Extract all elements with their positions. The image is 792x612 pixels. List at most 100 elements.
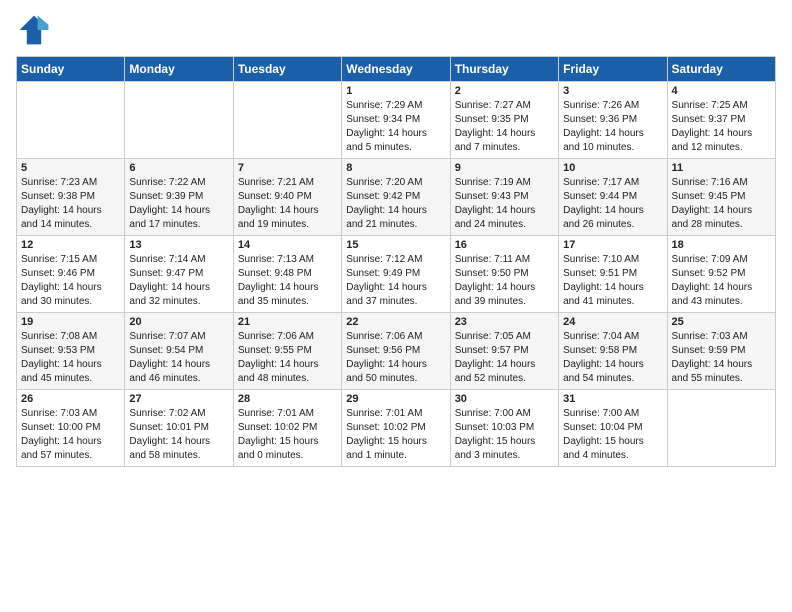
day-info: Sunrise: 7:06 AMSunset: 9:56 PMDaylight:… [346, 330, 445, 386]
day-cell: 6 Sunrise: 7:22 AMSunset: 9:39 PMDaylight… [125, 159, 233, 236]
day-number: 26 [21, 393, 120, 405]
day-info: Sunrise: 7:22 AMSunset: 9:39 PMDaylight:… [129, 176, 228, 232]
day-number: 3 [563, 85, 662, 97]
day-cell: 13 Sunrise: 7:14 AMSunset: 9:47 PMDayligh… [125, 236, 233, 313]
day-number: 25 [672, 316, 771, 328]
day-number: 10 [563, 162, 662, 174]
weekday-tuesday: Tuesday [233, 57, 341, 82]
weekday-saturday: Saturday [667, 57, 775, 82]
day-cell: 12 Sunrise: 7:15 AMSunset: 9:46 PMDayligh… [17, 236, 125, 313]
day-number: 6 [129, 162, 228, 174]
day-number: 9 [455, 162, 554, 174]
day-info: Sunrise: 7:00 AMSunset: 10:03 PMDaylight… [455, 407, 554, 463]
day-cell [233, 82, 341, 159]
day-number: 18 [672, 239, 771, 251]
day-cell: 7Sunrise: 7:21 AMSunset: 9:40 PMDaylight… [233, 159, 341, 236]
week-row-5: 26 Sunrise: 7:03 AMSunset: 10:00 PMDaylig… [17, 390, 776, 467]
day-number: 24 [563, 316, 662, 328]
week-row-3: 12 Sunrise: 7:15 AMSunset: 9:46 PMDayligh… [17, 236, 776, 313]
day-info: Sunrise: 7:15 AMSunset: 9:46 PMDaylight:… [21, 253, 120, 309]
day-number: 21 [238, 316, 337, 328]
day-cell [17, 82, 125, 159]
day-info: Sunrise: 7:17 AMSunset: 9:44 PMDaylight:… [563, 176, 662, 232]
day-info: Sunrise: 7:06 AMSunset: 9:55 PMDaylight:… [238, 330, 337, 386]
day-cell: 27 Sunrise: 7:02 AMSunset: 10:01 PMDaylig… [125, 390, 233, 467]
day-info: Sunrise: 7:23 AMSunset: 9:38 PMDaylight:… [21, 176, 120, 232]
day-number: 28 [238, 393, 337, 405]
day-cell: 30 Sunrise: 7:00 AMSunset: 10:03 PMDaylig… [450, 390, 558, 467]
day-cell: 20 Sunrise: 7:07 AMSunset: 9:54 PMDayligh… [125, 313, 233, 390]
day-number: 27 [129, 393, 228, 405]
day-info: Sunrise: 7:04 AMSunset: 9:58 PMDaylight:… [563, 330, 662, 386]
day-cell: 28 Sunrise: 7:01 AMSunset: 10:02 PMDaylig… [233, 390, 341, 467]
day-info: Sunrise: 7:25 AMSunset: 9:37 PMDaylight:… [672, 99, 771, 155]
day-info: Sunrise: 7:10 AMSunset: 9:51 PMDaylight:… [563, 253, 662, 309]
day-info: Sunrise: 7:07 AMSunset: 9:54 PMDaylight:… [129, 330, 228, 386]
day-cell: 21 Sunrise: 7:06 AMSunset: 9:55 PMDayligh… [233, 313, 341, 390]
day-cell: 3 Sunrise: 7:26 AMSunset: 9:36 PMDaylight… [559, 82, 667, 159]
day-cell: 14 Sunrise: 7:13 AMSunset: 9:48 PMDayligh… [233, 236, 341, 313]
day-info: Sunrise: 7:08 AMSunset: 9:53 PMDaylight:… [21, 330, 120, 386]
day-info: Sunrise: 7:11 AMSunset: 9:50 PMDaylight:… [455, 253, 554, 309]
week-row-4: 19 Sunrise: 7:08 AMSunset: 9:53 PMDayligh… [17, 313, 776, 390]
day-info: Sunrise: 7:01 AMSunset: 10:02 PMDaylight… [238, 407, 337, 463]
day-number: 22 [346, 316, 445, 328]
day-info: Sunrise: 7:00 AMSunset: 10:04 PMDaylight… [563, 407, 662, 463]
day-cell: 29Sunrise: 7:01 AMSunset: 10:02 PMDaylig… [342, 390, 450, 467]
day-cell: 16 Sunrise: 7:11 AMSunset: 9:50 PMDayligh… [450, 236, 558, 313]
day-cell: 5 Sunrise: 7:23 AMSunset: 9:38 PMDaylight… [17, 159, 125, 236]
day-info: Sunrise: 7:29 AMSunset: 9:34 PMDaylight:… [346, 99, 445, 155]
day-number: 16 [455, 239, 554, 251]
week-row-1: 1 Sunrise: 7:29 AMSunset: 9:34 PMDaylight… [17, 82, 776, 159]
day-cell: 2 Sunrise: 7:27 AMSunset: 9:35 PMDaylight… [450, 82, 558, 159]
day-number: 5 [21, 162, 120, 174]
day-info: Sunrise: 7:02 AMSunset: 10:01 PMDaylight… [129, 407, 228, 463]
day-info: Sunrise: 7:19 AMSunset: 9:43 PMDaylight:… [455, 176, 554, 232]
day-cell [667, 390, 775, 467]
day-number: 30 [455, 393, 554, 405]
day-info: Sunrise: 7:26 AMSunset: 9:36 PMDaylight:… [563, 99, 662, 155]
day-info: Sunrise: 7:09 AMSunset: 9:52 PMDaylight:… [672, 253, 771, 309]
day-info: Sunrise: 7:01 AMSunset: 10:02 PMDaylight… [346, 407, 445, 463]
logo-icon [16, 12, 52, 48]
day-cell: 17 Sunrise: 7:10 AMSunset: 9:51 PMDayligh… [559, 236, 667, 313]
day-number: 11 [672, 162, 771, 174]
day-cell: 8 Sunrise: 7:20 AMSunset: 9:42 PMDaylight… [342, 159, 450, 236]
day-info: Sunrise: 7:13 AMSunset: 9:48 PMDaylight:… [238, 253, 337, 309]
day-cell: 19 Sunrise: 7:08 AMSunset: 9:53 PMDayligh… [17, 313, 125, 390]
day-cell: 9 Sunrise: 7:19 AMSunset: 9:43 PMDaylight… [450, 159, 558, 236]
day-number: 17 [563, 239, 662, 251]
day-number: 19 [21, 316, 120, 328]
day-number: 13 [129, 239, 228, 251]
day-info: Sunrise: 7:21 AMSunset: 9:40 PMDaylight:… [238, 176, 337, 232]
day-number: 14 [238, 239, 337, 251]
day-cell: 15Sunrise: 7:12 AMSunset: 9:49 PMDayligh… [342, 236, 450, 313]
day-number: 12 [21, 239, 120, 251]
calendar-table: SundayMondayTuesdayWednesdayThursdayFrid… [16, 56, 776, 467]
weekday-sunday: Sunday [17, 57, 125, 82]
day-cell: 18 Sunrise: 7:09 AMSunset: 9:52 PMDayligh… [667, 236, 775, 313]
day-number: 4 [672, 85, 771, 97]
weekday-thursday: Thursday [450, 57, 558, 82]
day-number: 31 [563, 393, 662, 405]
day-info: Sunrise: 7:14 AMSunset: 9:47 PMDaylight:… [129, 253, 228, 309]
day-cell: 25Sunrise: 7:03 AMSunset: 9:59 PMDayligh… [667, 313, 775, 390]
day-cell [125, 82, 233, 159]
day-number: 23 [455, 316, 554, 328]
day-info: Sunrise: 7:12 AMSunset: 9:49 PMDaylight:… [346, 253, 445, 309]
day-cell: 1 Sunrise: 7:29 AMSunset: 9:34 PMDaylight… [342, 82, 450, 159]
day-number: 2 [455, 85, 554, 97]
week-row-2: 5 Sunrise: 7:23 AMSunset: 9:38 PMDaylight… [17, 159, 776, 236]
day-info: Sunrise: 7:16 AMSunset: 9:45 PMDaylight:… [672, 176, 771, 232]
weekday-monday: Monday [125, 57, 233, 82]
day-cell: 26 Sunrise: 7:03 AMSunset: 10:00 PMDaylig… [17, 390, 125, 467]
day-info: Sunrise: 7:03 AMSunset: 10:00 PMDaylight… [21, 407, 120, 463]
logo [16, 12, 56, 48]
day-info: Sunrise: 7:20 AMSunset: 9:42 PMDaylight:… [346, 176, 445, 232]
header [16, 12, 776, 48]
day-info: Sunrise: 7:27 AMSunset: 9:35 PMDaylight:… [455, 99, 554, 155]
day-number: 20 [129, 316, 228, 328]
day-number: 8 [346, 162, 445, 174]
day-number: 1 [346, 85, 445, 97]
day-cell: 31 Sunrise: 7:00 AMSunset: 10:04 PMDaylig… [559, 390, 667, 467]
